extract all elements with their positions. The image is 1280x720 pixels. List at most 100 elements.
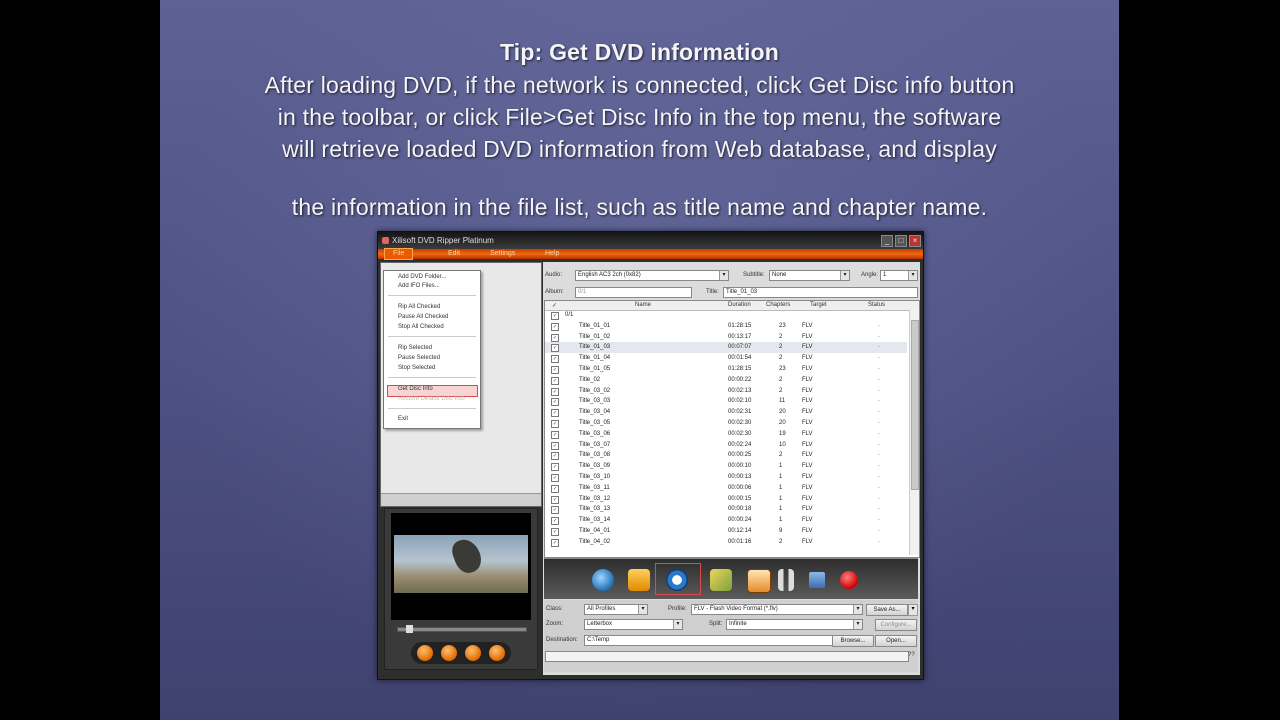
row-checkbox[interactable]: ✓ [551, 506, 559, 515]
menu-file[interactable]: File [384, 248, 414, 260]
row-checkbox[interactable]: ✓ [551, 528, 559, 536]
column-chapters[interactable]: Chapters [766, 302, 790, 308]
row-checkbox[interactable]: ✓ [551, 355, 559, 364]
row-checkbox[interactable]: ✓ [551, 538, 559, 547]
menu-item-rip-selected[interactable]: Rip Selected [398, 345, 432, 351]
menu-item-stop-selected[interactable]: Stop Selected [398, 365, 435, 371]
table-row[interactable]: ✓ Title_04_02 00:01:16 2 FLV - [545, 537, 907, 548]
zoom-select[interactable]: Letterbox ▾ [584, 619, 683, 630]
column-target[interactable]: Target [810, 302, 827, 308]
open-button[interactable]: Open... [875, 635, 917, 647]
table-row[interactable]: ✓ Title_03_03 00:02:10 11 FLV - [545, 396, 907, 407]
album-input[interactable]: 0/1 [575, 287, 692, 298]
rewind-button[interactable] [417, 645, 433, 661]
table-row[interactable]: ✓ Title_01_04 00:01:54 2 FLV - [545, 353, 907, 364]
angle-select[interactable]: 1 ▾ [880, 270, 918, 281]
row-checkbox[interactable]: ✓ [551, 463, 559, 472]
cut-icon[interactable] [710, 569, 732, 591]
row-checkbox[interactable]: ✓ [551, 366, 559, 374]
subtitle-select[interactable]: None ▾ [769, 270, 850, 281]
table-row[interactable]: ✓ Title_03_06 00:02:30 19 FLV - [545, 429, 907, 440]
list-root-row[interactable]: ✓ 0/1 [545, 310, 907, 321]
fast-forward-button[interactable] [465, 645, 481, 661]
table-row[interactable]: ✓ Title_02 00:00:22 2 FLV - [545, 375, 907, 386]
table-row[interactable]: ✓ Title_03_02 00:02:13 2 FLV - [545, 386, 907, 397]
table-row[interactable]: ✓ Title_01_03 00:07:07 2 FLV - [545, 342, 907, 354]
split-select[interactable]: Infinite ▾ [726, 619, 863, 630]
menu-edit[interactable]: Edit [448, 249, 460, 259]
row-checkbox[interactable]: ✓ [551, 322, 559, 331]
menu-settings[interactable]: Settings [490, 249, 515, 259]
column-duration[interactable]: Duration [728, 302, 751, 308]
table-row[interactable]: ✓ Title_01_01 01:28:15 23 FLV - [545, 321, 907, 332]
seek-slider-knob[interactable] [406, 625, 413, 633]
menu-item-get-disc-info[interactable]: Get Disc Info [398, 386, 433, 392]
row-checkbox[interactable]: ✓ [551, 517, 559, 526]
class-select[interactable]: All Profiles ▾ [584, 604, 648, 615]
table-row[interactable]: ✓ Title_01_02 00:13:17 2 FLV - [545, 332, 907, 343]
table-row[interactable]: ✓ Title_03_05 00:02:30 20 FLV - [545, 418, 907, 429]
table-row[interactable]: ✓ Title_04_01 00:12:14 9 FLV - [545, 526, 907, 537]
menu-item-exit[interactable]: Exit [398, 416, 408, 422]
play-button[interactable] [441, 645, 457, 661]
menu-item-restore-default-disc-info[interactable]: Restore Default Disc Info [398, 396, 465, 402]
record-icon[interactable] [840, 571, 858, 589]
row-checkbox[interactable]: ✓ [551, 344, 559, 353]
column-status[interactable]: Status [868, 302, 885, 308]
profile-select[interactable]: FLV - Flash Video Format (*.flv) ▾ [691, 604, 863, 615]
table-row[interactable]: ✓ Title_03_12 00:00:15 1 FLV - [545, 494, 907, 505]
add-dvd-icon[interactable] [592, 569, 614, 591]
row-checkbox[interactable]: ✓ [551, 430, 559, 439]
table-row[interactable]: ✓ Title_03_11 00:00:06 1 FLV - [545, 483, 907, 494]
menu-item-add-ifo-files[interactable]: Add IFO Files... [398, 283, 440, 289]
row-checkbox[interactable]: ✓ [551, 441, 559, 450]
row-checkbox[interactable]: ✓ [551, 398, 559, 407]
row-checkbox[interactable]: ✓ [551, 376, 559, 385]
table-row[interactable]: ✓ Title_03_09 00:00:10 1 FLV - [545, 461, 907, 472]
table-row[interactable]: ✓ Title_03_13 00:00:18 1 FLV - [545, 504, 907, 515]
close-button[interactable]: × [909, 235, 921, 247]
row-checkbox[interactable]: ✓ [551, 387, 559, 396]
check-all-checkbox[interactable]: ✓ [552, 302, 557, 309]
save-as-button[interactable]: Save As... [866, 604, 908, 616]
menu-item-pause-all-checked[interactable]: Pause All Checked [398, 314, 448, 320]
minimize-button[interactable]: _ [881, 235, 893, 247]
tree-pane-splitter[interactable] [381, 493, 541, 506]
effect-icon[interactable] [747, 569, 771, 593]
row-checkbox[interactable]: ✓ [551, 312, 559, 320]
browse-button[interactable]: Browse... [832, 635, 874, 647]
get-disc-info-button[interactable] [666, 569, 688, 591]
stop-icon[interactable] [809, 572, 825, 588]
maximize-button[interactable]: □ [895, 235, 907, 247]
help-icon[interactable]: ?? [908, 652, 915, 658]
column-name[interactable]: Name [635, 302, 651, 308]
table-row[interactable]: ✓ Title_01_05 01:28:15 23 FLV - [545, 364, 907, 375]
menu-item-add-dvd-folder[interactable]: Add DVD Folder... [398, 274, 446, 280]
row-checkbox[interactable]: ✓ [551, 333, 559, 342]
vertical-scrollbar[interactable] [909, 310, 919, 555]
row-checkbox[interactable]: ✓ [551, 495, 559, 504]
destination-input[interactable]: C:\Temp [584, 635, 833, 646]
table-row[interactable]: ✓ Title_03_07 00:02:24 10 FLV - [545, 440, 907, 451]
audio-select[interactable]: English AC3 2ch (0x82) ▾ [575, 270, 729, 281]
menu-item-pause-selected[interactable]: Pause Selected [398, 355, 440, 361]
table-row[interactable]: ✓ Title_03_10 00:00:13 1 FLV - [545, 472, 907, 483]
row-checkbox[interactable]: ✓ [551, 420, 559, 428]
table-row[interactable]: ✓ Title_03_08 00:00:25 2 FLV - [545, 450, 907, 461]
snapshot-button[interactable] [489, 645, 505, 661]
add-file-icon[interactable] [628, 569, 650, 591]
row-checkbox[interactable]: ✓ [551, 474, 559, 482]
pause-icon[interactable] [778, 569, 794, 591]
scrollbar-thumb[interactable] [911, 320, 919, 490]
configure-button[interactable]: Configure... [875, 619, 917, 631]
chevron-down-icon[interactable]: ▾ [908, 604, 918, 616]
title-input[interactable]: Title_01_03 [723, 287, 918, 298]
row-checkbox[interactable]: ✓ [551, 409, 559, 418]
row-checkbox[interactable]: ✓ [551, 484, 559, 493]
table-row[interactable]: ✓ Title_03_04 00:02:31 20 FLV - [545, 407, 907, 418]
menu-item-rip-all-checked[interactable]: Rip All Checked [398, 304, 440, 310]
table-row[interactable]: ✓ Title_03_14 00:00:24 1 FLV - [545, 515, 907, 526]
menu-help[interactable]: Help [545, 249, 559, 259]
row-checkbox[interactable]: ✓ [551, 452, 559, 461]
seek-slider[interactable] [397, 625, 527, 633]
